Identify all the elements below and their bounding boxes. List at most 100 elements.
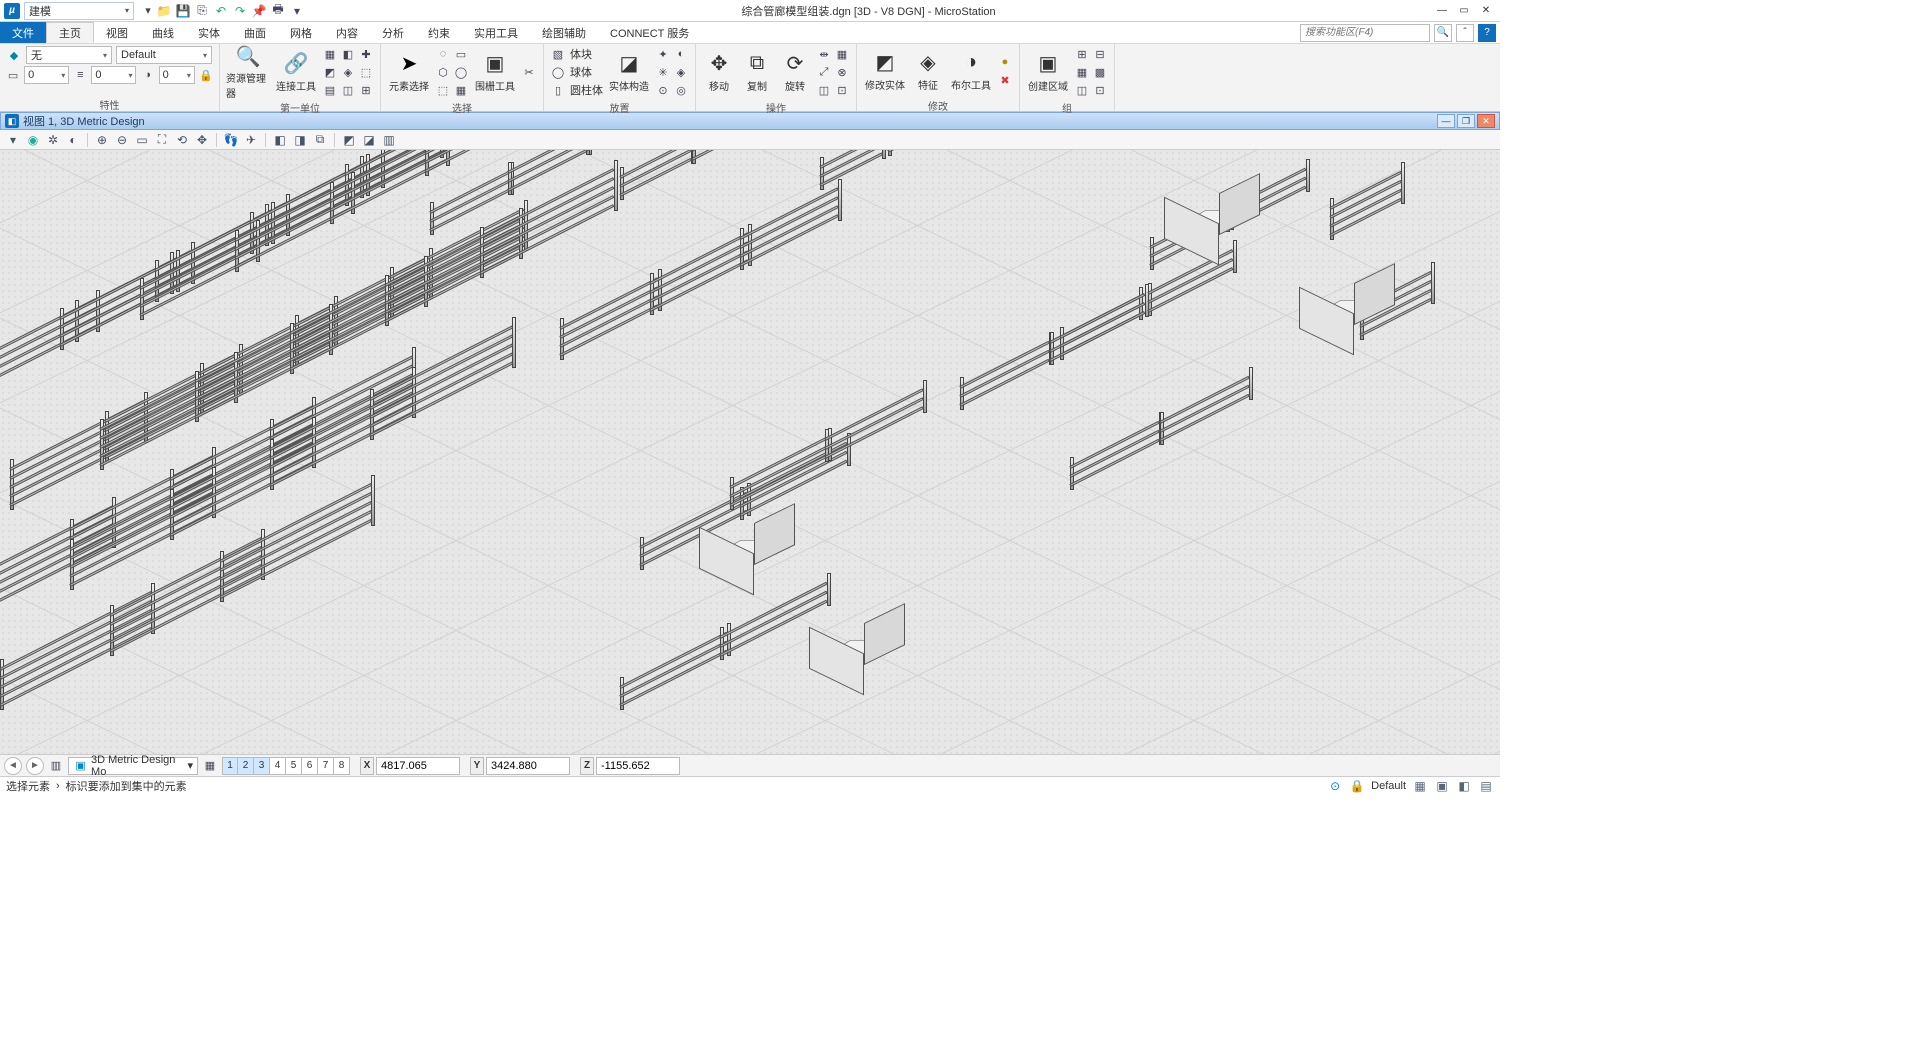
walk-icon[interactable]: 👣 (222, 131, 240, 149)
snap-icon[interactable]: ⊙ (1327, 778, 1343, 794)
tool-icon[interactable]: ◎ (673, 82, 689, 98)
pan-icon[interactable]: ✥ (193, 131, 211, 149)
close-icon[interactable]: ✕ (1476, 3, 1496, 19)
tool-icon[interactable]: ⬚ (435, 82, 451, 98)
clip-volume-icon[interactable]: ◩ (340, 131, 358, 149)
lineweight-icon[interactable]: ≡ (73, 67, 87, 83)
tool-icon[interactable]: ⤢ (816, 64, 832, 80)
tool-icon[interactable]: ▭ (453, 46, 469, 62)
view-number-8[interactable]: 8 (334, 757, 350, 775)
layer-icon[interactable]: ◆ (6, 47, 22, 63)
level-combo[interactable]: Default▾ (116, 46, 212, 64)
view-number-4[interactable]: 4 (270, 757, 286, 775)
view-attributes-icon[interactable]: ▾ (4, 131, 22, 149)
tool-icon[interactable]: ▦ (322, 46, 338, 62)
modify-solid-button[interactable]: ◩修改实体 (863, 46, 907, 96)
tool-icon[interactable]: ⊗ (834, 64, 850, 80)
tool-icon[interactable]: ⬚ (358, 64, 374, 80)
tool-icon[interactable]: ◈ (340, 64, 356, 80)
priority-icon[interactable]: ◑ (140, 67, 154, 83)
lock-icon[interactable]: 🔒 (199, 67, 213, 83)
tool-icon[interactable]: ◧ (340, 46, 356, 62)
tab-constraints[interactable]: 约束 (416, 22, 462, 43)
link-tool-button[interactable]: 🔗连接工具 (274, 47, 318, 97)
tab-drawing-aids[interactable]: 绘图辅助 (530, 22, 598, 43)
tool-icon[interactable]: ▩ (1092, 64, 1108, 80)
tab-file[interactable]: 文件 (0, 22, 46, 43)
tool-icon[interactable]: ⊟ (1092, 46, 1108, 62)
tool-icon[interactable]: ⊙ (655, 82, 671, 98)
settings-icon[interactable]: ▤ (1478, 778, 1494, 794)
running-icon[interactable]: ▣ (1434, 778, 1450, 794)
tab-utilities[interactable]: 实用工具 (462, 22, 530, 43)
priority-combo[interactable]: 0▾ (159, 66, 195, 84)
view-number-1[interactable]: 1 (222, 757, 238, 775)
cylinder-icon[interactable]: ▯ (550, 82, 566, 98)
tool-icon[interactable]: ▦ (834, 46, 850, 62)
locks-icon[interactable]: 🔒 (1349, 778, 1365, 794)
resource-manager-button[interactable]: 🔍资源管理器 (226, 47, 270, 97)
zoom-in-icon[interactable]: ⊕ (93, 131, 111, 149)
message-icon[interactable]: ◧ (1456, 778, 1472, 794)
model-icon[interactable]: ▥ (48, 758, 64, 774)
zoom-out-icon[interactable]: ⊖ (113, 131, 131, 149)
solid-build-button[interactable]: ◪实体构造 (607, 47, 651, 97)
back-button[interactable]: ◄ (4, 757, 22, 775)
minimize-icon[interactable]: — (1437, 114, 1455, 128)
tool-icon[interactable]: ▥ (380, 131, 398, 149)
sphere-icon[interactable]: ◯ (550, 64, 566, 80)
tool-icon[interactable]: ✦ (655, 46, 671, 62)
create-region-button[interactable]: ▣创建区域 (1026, 47, 1070, 97)
undo-icon[interactable]: ↶ (213, 3, 229, 19)
tool-icon[interactable]: ⬡ (435, 64, 451, 80)
scissors-icon[interactable]: ✂ (521, 64, 537, 80)
tool-icon[interactable]: ◩ (322, 64, 338, 80)
rotate-button[interactable]: ⟳旋转 (778, 47, 812, 97)
lineweight-combo[interactable]: 0▾ (91, 66, 136, 84)
tool-icon[interactable]: ⊡ (1092, 82, 1108, 98)
linestyle-combo[interactable]: 0▾ (24, 66, 69, 84)
rotate-view-icon[interactable]: ⟲ (173, 131, 191, 149)
maximize-icon[interactable]: ▭ (1454, 3, 1474, 19)
view-header[interactable]: ◧ 视图 1, 3D Metric Design — ❐ ✕ (0, 112, 1500, 130)
print-icon[interactable]: 🖶 (270, 3, 286, 19)
tool-icon[interactable]: ▤ (322, 82, 338, 98)
tab-home[interactable]: 主页 (46, 22, 94, 43)
grid-icon[interactable]: ▦ (1412, 778, 1428, 794)
tab-connect[interactable]: CONNECT 服务 (598, 22, 701, 43)
ribbon-search-input[interactable] (1300, 24, 1430, 42)
view-canvas[interactable] (0, 150, 1500, 754)
copy-view-icon[interactable]: ⧉ (311, 131, 329, 149)
tab-surfaces[interactable]: 曲面 (232, 22, 278, 43)
forward-button[interactable]: ► (26, 757, 44, 775)
workflow-combo[interactable]: 建模 ▾ (24, 2, 134, 20)
display-style-icon[interactable]: ◉ (24, 131, 42, 149)
tool-icon[interactable]: ⊡ (834, 82, 850, 98)
tool-icon[interactable]: ◐ (64, 131, 82, 149)
tool-icon[interactable]: ⇹ (816, 46, 832, 62)
fit-view-icon[interactable]: ⛶ (153, 131, 171, 149)
tool-icon[interactable]: ⊞ (358, 82, 374, 98)
folder-icon[interactable]: 📁 (156, 3, 172, 19)
minimize-icon[interactable]: — (1432, 3, 1452, 19)
delete-icon[interactable]: ✖ (997, 72, 1013, 88)
boolean-button[interactable]: ◑布尔工具 (949, 46, 993, 96)
close-icon[interactable]: ✕ (1477, 114, 1495, 128)
tool-icon[interactable]: ● (997, 54, 1013, 70)
tool-icon[interactable]: ⊞ (1074, 46, 1090, 62)
view-next-icon[interactable]: ◨ (291, 131, 309, 149)
feature-button[interactable]: ◈特征 (911, 46, 945, 96)
view-prev-icon[interactable]: ◧ (271, 131, 289, 149)
window-area-icon[interactable]: ▭ (133, 131, 151, 149)
pin-icon[interactable]: 📌 (251, 3, 267, 19)
view-number-7[interactable]: 7 (318, 757, 334, 775)
move-button[interactable]: ✥移动 (702, 47, 736, 97)
tool-icon[interactable]: ◫ (1074, 82, 1090, 98)
tool-icon[interactable]: ▦ (1074, 64, 1090, 80)
tool-icon[interactable]: ◌ (435, 46, 451, 62)
view-number-2[interactable]: 2 (238, 757, 254, 775)
tab-content[interactable]: 内容 (324, 22, 370, 43)
view-number-5[interactable]: 5 (286, 757, 302, 775)
view-number-3[interactable]: 3 (254, 757, 270, 775)
tab-curves[interactable]: 曲线 (140, 22, 186, 43)
